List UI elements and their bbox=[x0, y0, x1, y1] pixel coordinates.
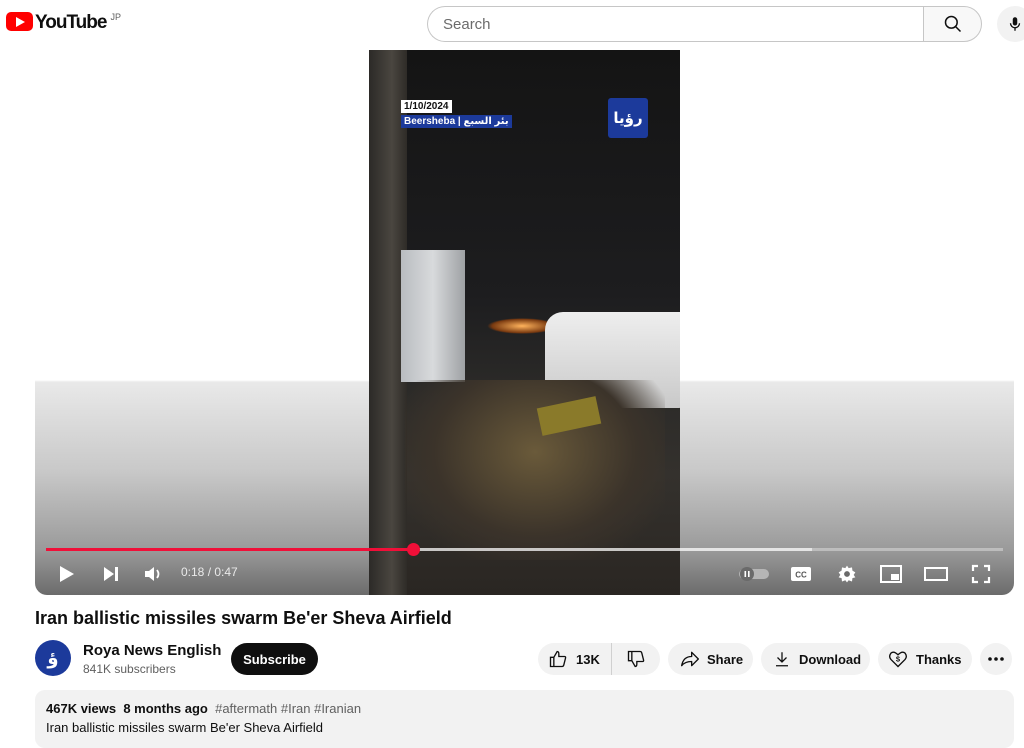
svg-text:$: $ bbox=[896, 655, 901, 664]
autoplay-toggle[interactable] bbox=[735, 556, 773, 592]
theater-mode-button[interactable] bbox=[921, 556, 951, 592]
channel-name[interactable]: Roya News English bbox=[83, 642, 221, 659]
voice-search-button[interactable] bbox=[997, 6, 1024, 42]
fullscreen-button[interactable] bbox=[967, 556, 995, 592]
view-count: 467K views bbox=[46, 701, 117, 716]
autoplay-toggle-icon bbox=[739, 567, 769, 581]
region-code: JP bbox=[110, 12, 121, 22]
miniplayer-icon bbox=[880, 565, 902, 583]
download-icon bbox=[776, 652, 788, 667]
download-label: Download bbox=[799, 651, 862, 667]
video-title: Iran ballistic missiles swarm Be'er Shev… bbox=[35, 608, 452, 628]
description-box[interactable]: 467K views 8 months ago #aftermath #Iran… bbox=[35, 690, 1014, 748]
miniplayer-button[interactable] bbox=[877, 556, 905, 592]
video-scene-container bbox=[401, 250, 465, 382]
played-progress bbox=[46, 548, 413, 551]
subscribe-button[interactable]: Subscribe bbox=[231, 643, 318, 675]
video-overlay-location: Beersheba | بئر السبع bbox=[401, 115, 512, 128]
scrubber-handle[interactable] bbox=[406, 543, 420, 556]
share-label: Share bbox=[707, 651, 744, 667]
settings-icon bbox=[838, 565, 856, 583]
thumbs-up-icon bbox=[549, 650, 567, 668]
captions-icon: CC bbox=[791, 567, 811, 581]
like-count: 13K bbox=[576, 651, 600, 667]
more-horizontal-icon bbox=[988, 657, 1004, 661]
search-bar bbox=[427, 6, 982, 42]
video-player[interactable]: 1/10/2024 Beersheba | بئر السبع رؤيا 0:1… bbox=[35, 50, 1014, 595]
volume-icon bbox=[145, 567, 160, 581]
youtube-logo-icon bbox=[6, 12, 33, 31]
thanks-heart-icon: $ bbox=[889, 651, 907, 668]
next-icon bbox=[104, 567, 118, 581]
play-icon bbox=[60, 566, 74, 582]
channel-avatar[interactable]: ؤ bbox=[35, 640, 71, 676]
search-icon bbox=[944, 15, 961, 33]
video-scene-debris bbox=[405, 380, 665, 560]
theater-icon bbox=[924, 567, 948, 581]
play-button[interactable] bbox=[53, 556, 81, 592]
channel-watermark: رؤيا bbox=[608, 98, 648, 138]
share-button[interactable]: Share bbox=[668, 643, 753, 675]
description-text: Iran ballistic missiles swarm Be'er Shev… bbox=[46, 720, 324, 735]
video-frame[interactable]: 1/10/2024 Beersheba | بئر السبع رؤيا bbox=[369, 50, 680, 595]
search-input[interactable] bbox=[427, 6, 923, 42]
svg-text:CC: CC bbox=[795, 571, 807, 580]
search-button[interactable] bbox=[923, 6, 982, 42]
upload-age: 8 months ago bbox=[123, 701, 208, 716]
subscriber-count: 841K subscribers bbox=[83, 662, 176, 676]
more-actions-button[interactable] bbox=[980, 643, 1012, 675]
video-overlay-date: 1/10/2024 bbox=[401, 100, 452, 113]
thumbs-down-icon bbox=[627, 650, 645, 668]
download-button[interactable]: Download bbox=[761, 643, 870, 675]
volume-button[interactable] bbox=[140, 556, 168, 592]
thanks-button[interactable]: $ Thanks bbox=[878, 643, 972, 675]
hashtags[interactable]: #aftermath #Iran #Iranian bbox=[215, 701, 361, 716]
share-icon bbox=[681, 651, 699, 667]
description-meta: 467K views 8 months ago #aftermath #Iran… bbox=[46, 701, 1003, 716]
next-button[interactable] bbox=[97, 556, 125, 592]
progress-bar[interactable] bbox=[46, 543, 1003, 556]
fullscreen-icon bbox=[971, 564, 991, 584]
like-dislike-group: 13K bbox=[538, 643, 660, 675]
thanks-label: Thanks bbox=[916, 651, 962, 667]
youtube-logo[interactable]: YouTube JP bbox=[6, 12, 121, 34]
time-display: 0:18 / 0:47 bbox=[181, 565, 238, 579]
dislike-button[interactable] bbox=[612, 643, 660, 675]
settings-button[interactable] bbox=[833, 556, 861, 592]
mic-icon bbox=[1009, 17, 1021, 31]
logo-text: YouTube bbox=[35, 12, 107, 33]
player-controls: 0:18 / 0:47 CC bbox=[35, 556, 1014, 592]
captions-button[interactable]: CC bbox=[787, 556, 815, 592]
like-button[interactable]: 13K bbox=[538, 643, 612, 675]
